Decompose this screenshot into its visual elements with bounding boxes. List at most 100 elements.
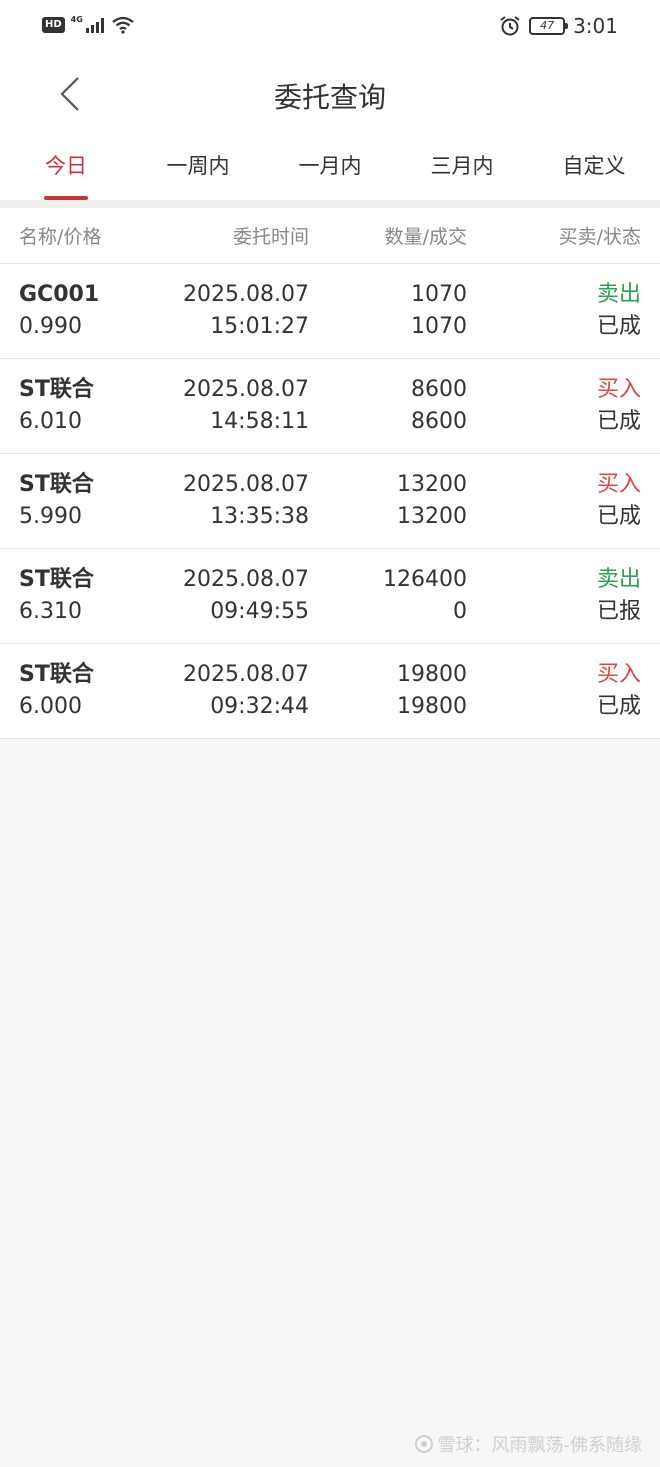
signal-icon — [85, 18, 104, 33]
tab-label: 自定义 — [562, 154, 626, 178]
cell-time: 2025.08.07 09:32:44 — [169, 644, 309, 738]
table-header: 名称/价格 委托时间 数量/成交 买卖/状态 — [0, 208, 660, 264]
period-tabs: 今日 一周内 一月内 三月内 自定义 — [0, 130, 660, 200]
cell-name-price: GC001 0.990 — [19, 264, 169, 358]
tab-custom[interactable]: 自定义 — [528, 130, 660, 200]
cell-time: 2025.08.07 15:01:27 — [169, 264, 309, 358]
order-date: 2025.08.07 — [183, 662, 309, 687]
table-row[interactable]: ST联合 6.000 2025.08.07 09:32:44 19800 198… — [0, 644, 660, 739]
order-date: 2025.08.07 — [183, 282, 309, 307]
status-left: HD 4G — [42, 14, 135, 34]
order-qty: 126400 — [383, 567, 467, 592]
cell-qty: 19800 19800 — [309, 644, 467, 738]
tab-label: 三月内 — [430, 154, 494, 178]
cell-qty: 8600 8600 — [309, 359, 467, 453]
filled-qty: 0 — [453, 599, 467, 624]
order-price: 6.000 — [19, 694, 82, 719]
order-status: 已报 — [596, 599, 641, 624]
filled-qty: 19800 — [397, 694, 467, 719]
tab-today[interactable]: 今日 — [0, 130, 132, 200]
order-side: 卖出 — [596, 282, 641, 307]
tab-label: 一周内 — [166, 154, 230, 178]
order-qty: 13200 — [397, 472, 467, 497]
battery-icon: 47 — [529, 17, 569, 35]
order-status: 已成 — [596, 504, 641, 529]
order-qty: 1070 — [411, 282, 467, 307]
cell-name-price: ST联合 6.000 — [19, 644, 169, 738]
header-name-price: 名称/价格 — [19, 226, 102, 248]
watermark-text: 雪球：风雨飘荡-佛系随缘 — [437, 1435, 643, 1456]
status-bar: HD 4G 47 3:01 — [0, 0, 660, 58]
top-area: HD 4G 47 3:01 委托查询 今日 一周内 一月内 三月内 自定义 — [0, 0, 660, 200]
tab-three-months[interactable]: 三月内 — [396, 130, 528, 200]
order-table: 名称/价格 委托时间 数量/成交 买卖/状态 GC001 0.990 2025.… — [0, 208, 660, 739]
filled-qty: 8600 — [411, 409, 467, 434]
cell-name-price: ST联合 5.990 — [19, 454, 169, 548]
cell-side-status: 买入 已成 — [467, 454, 641, 548]
divider-band — [0, 200, 660, 208]
filled-qty: 13200 — [397, 504, 467, 529]
order-price: 6.310 — [19, 599, 82, 624]
status-right: 47 3:01 — [499, 14, 618, 38]
snowball-logo-icon — [414, 1435, 433, 1453]
tab-one-week[interactable]: 一周内 — [132, 130, 264, 200]
order-price: 0.990 — [19, 314, 82, 339]
order-date: 2025.08.07 — [183, 472, 309, 497]
order-time: 14:58:11 — [210, 409, 309, 434]
table-row[interactable]: ST联合 6.010 2025.08.07 14:58:11 8600 8600… — [0, 359, 660, 454]
order-side: 买入 — [596, 472, 641, 497]
order-side: 买入 — [596, 662, 641, 687]
filled-qty: 1070 — [411, 314, 467, 339]
order-time: 09:49:55 — [210, 599, 309, 624]
tab-one-month[interactable]: 一月内 — [264, 130, 396, 200]
cell-side-status: 买入 已成 — [467, 359, 641, 453]
cell-qty: 13200 13200 — [309, 454, 467, 548]
order-price: 5.990 — [19, 504, 82, 529]
order-qty: 8600 — [411, 377, 467, 402]
cell-time: 2025.08.07 13:35:38 — [169, 454, 309, 548]
order-date: 2025.08.07 — [183, 567, 309, 592]
tab-label: 一月内 — [298, 154, 362, 178]
stock-name: GC001 — [19, 282, 100, 307]
order-side: 买入 — [596, 377, 641, 402]
tab-label: 今日 — [45, 154, 87, 178]
order-status: 已成 — [596, 314, 641, 339]
stock-name: ST联合 — [19, 472, 94, 497]
header-side-status: 买卖/状态 — [558, 226, 641, 248]
cell-name-price: ST联合 6.310 — [19, 549, 169, 643]
order-status: 已成 — [596, 409, 641, 434]
network-label: 4G — [70, 14, 83, 24]
order-time: 13:35:38 — [210, 504, 309, 529]
order-side: 卖出 — [596, 567, 641, 592]
order-time: 15:01:27 — [210, 314, 309, 339]
tab-active-indicator — [44, 196, 88, 200]
cell-qty: 126400 0 — [309, 549, 467, 643]
cell-side-status: 买入 已成 — [467, 644, 641, 738]
cell-side-status: 卖出 已报 — [467, 549, 641, 643]
stock-name: ST联合 — [19, 662, 94, 687]
cell-name-price: ST联合 6.010 — [19, 359, 169, 453]
wifi-icon — [112, 16, 134, 34]
table-row[interactable]: ST联合 6.310 2025.08.07 09:49:55 126400 0 … — [0, 549, 660, 644]
stock-name: ST联合 — [19, 377, 94, 402]
alarm-icon — [500, 16, 520, 36]
order-time: 09:32:44 — [210, 694, 309, 719]
battery-level: 47 — [540, 19, 555, 32]
table-row[interactable]: ST联合 5.990 2025.08.07 13:35:38 13200 132… — [0, 454, 660, 549]
header-time: 委托时间 — [232, 226, 309, 248]
cell-qty: 1070 1070 — [309, 264, 467, 358]
nav-bar: 委托查询 — [0, 58, 660, 130]
table-row[interactable]: GC001 0.990 2025.08.07 15:01:27 1070 107… — [0, 264, 660, 359]
order-status: 已成 — [596, 694, 641, 719]
page-title: 委托查询 — [273, 81, 386, 114]
status-time: 3:01 — [573, 14, 618, 38]
cell-side-status: 卖出 已成 — [467, 264, 641, 358]
cell-time: 2025.08.07 14:58:11 — [169, 359, 309, 453]
watermark: 雪球：风雨飘荡-佛系随缘 — [414, 1431, 643, 1457]
cell-time: 2025.08.07 09:49:55 — [169, 549, 309, 643]
stock-name: ST联合 — [19, 567, 94, 592]
order-price: 6.010 — [19, 409, 82, 434]
hd-badge: HD — [42, 17, 65, 33]
order-qty: 19800 — [397, 662, 467, 687]
order-date: 2025.08.07 — [183, 377, 309, 402]
